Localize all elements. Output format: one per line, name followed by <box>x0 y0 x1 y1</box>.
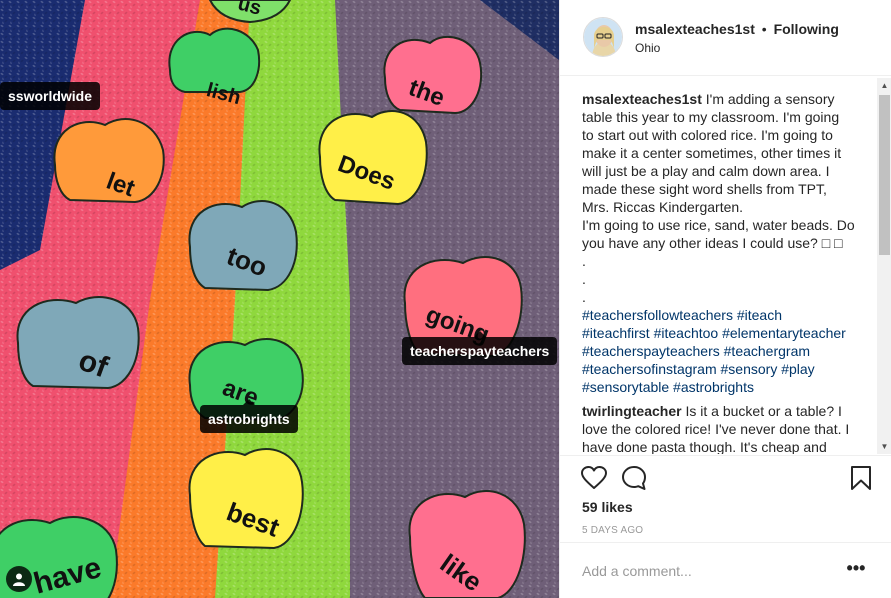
hashtag-line[interactable]: #sensorytable #astrobrights <box>582 378 878 396</box>
hashtag-line[interactable]: #teachersfollowteachers #iteach <box>582 306 878 324</box>
likes-count[interactable]: 59 likes <box>582 499 633 515</box>
save-button[interactable] <box>847 464 875 492</box>
avatar[interactable] <box>583 17 623 57</box>
word-shell <box>318 110 428 206</box>
comment-item: twirlingteacher Is it a bucket or a tabl… <box>582 402 878 454</box>
caption-line: made these sight word shells from TPT, <box>582 181 827 197</box>
add-comment-section: ••• <box>560 542 891 598</box>
hashtag-line[interactable]: #iteachfirst #iteachtoo #elementaryteach… <box>582 324 878 342</box>
post-photo[interactable]: us lish the let Does too of going are be… <box>0 0 559 598</box>
scroll-down-arrow-icon[interactable]: ▼ <box>877 439 891 454</box>
user-tag-astrobrights[interactable]: astrobrights <box>200 399 298 433</box>
tagged-users-button[interactable] <box>6 566 32 592</box>
caption-line: . <box>582 289 586 305</box>
post-details-panel: msalexteaches1st • Following Ohio msalex… <box>559 0 891 598</box>
post-actions: 59 likes 5 DAYS AGO <box>560 455 891 555</box>
comment-line: have done pasta though. It's cheap and <box>582 439 827 454</box>
hashtag-line[interactable]: #teacherspayteachers #teachergram <box>582 342 878 360</box>
caption-line: I'm going to use rice, sand, water beads… <box>582 217 855 233</box>
user-tag-ssworldwide[interactable]: ssworldwide <box>0 82 101 110</box>
comments-list[interactable]: msalexteaches1st I'm adding a sensory ta… <box>582 90 878 454</box>
comment-input[interactable] <box>582 557 832 585</box>
hashtag-line[interactable]: #teachersofinstagram #sensory #play <box>582 360 878 378</box>
post-date[interactable]: 5 DAYS AGO <box>582 525 643 536</box>
scroll-up-arrow-icon[interactable]: ▲ <box>877 78 891 93</box>
caption-line: table this year to my classroom. I'm goi… <box>582 109 840 125</box>
caption-author[interactable]: msalexteaches1st <box>582 91 702 107</box>
scroll-thumb[interactable] <box>879 95 890 255</box>
caption-line: Mrs. Riccas Kindergarten. <box>582 199 744 215</box>
caption-line: you have any other ideas I could use? □ … <box>582 235 843 251</box>
profile-photo-icon <box>584 18 622 56</box>
caption-line: . <box>582 253 586 269</box>
header-username[interactable]: msalexteaches1st <box>635 21 755 37</box>
caption-line: make it a center sometimes, other times … <box>582 145 842 161</box>
location-link[interactable]: Ohio <box>635 41 660 55</box>
heart-icon <box>581 466 607 489</box>
comment-line: love the colored rice! I've never done t… <box>582 421 850 437</box>
like-button[interactable] <box>580 464 608 492</box>
post-header: msalexteaches1st • Following Ohio <box>560 0 891 76</box>
following-button[interactable]: Following <box>774 21 839 37</box>
speech-bubble-icon <box>622 466 646 490</box>
bookmark-icon <box>851 466 871 490</box>
separator-dot: • <box>761 21 767 37</box>
caption-line: . <box>582 271 586 287</box>
user-tag-teacherspayteachers[interactable]: teacherspayteachers <box>402 331 558 365</box>
caption: msalexteaches1st I'm adding a sensory ta… <box>582 90 878 396</box>
more-options-button[interactable]: ••• <box>844 559 868 581</box>
comment-author[interactable]: twirlingteacher <box>582 403 682 419</box>
caption-line: I'm adding a sensory <box>705 91 835 107</box>
caption-line: to start out with colored rice. I'm goin… <box>582 127 833 143</box>
word-shell <box>188 448 304 550</box>
caption-line: will just be a play and calm down area. … <box>582 163 830 179</box>
header-user-row: msalexteaches1st • Following <box>635 21 839 37</box>
comment-button[interactable] <box>620 464 648 492</box>
person-icon <box>13 573 25 586</box>
comment-line: Is it a bucket or a table? I <box>685 403 842 419</box>
comments-scrollbar[interactable]: ▲ ▼ <box>877 78 891 454</box>
